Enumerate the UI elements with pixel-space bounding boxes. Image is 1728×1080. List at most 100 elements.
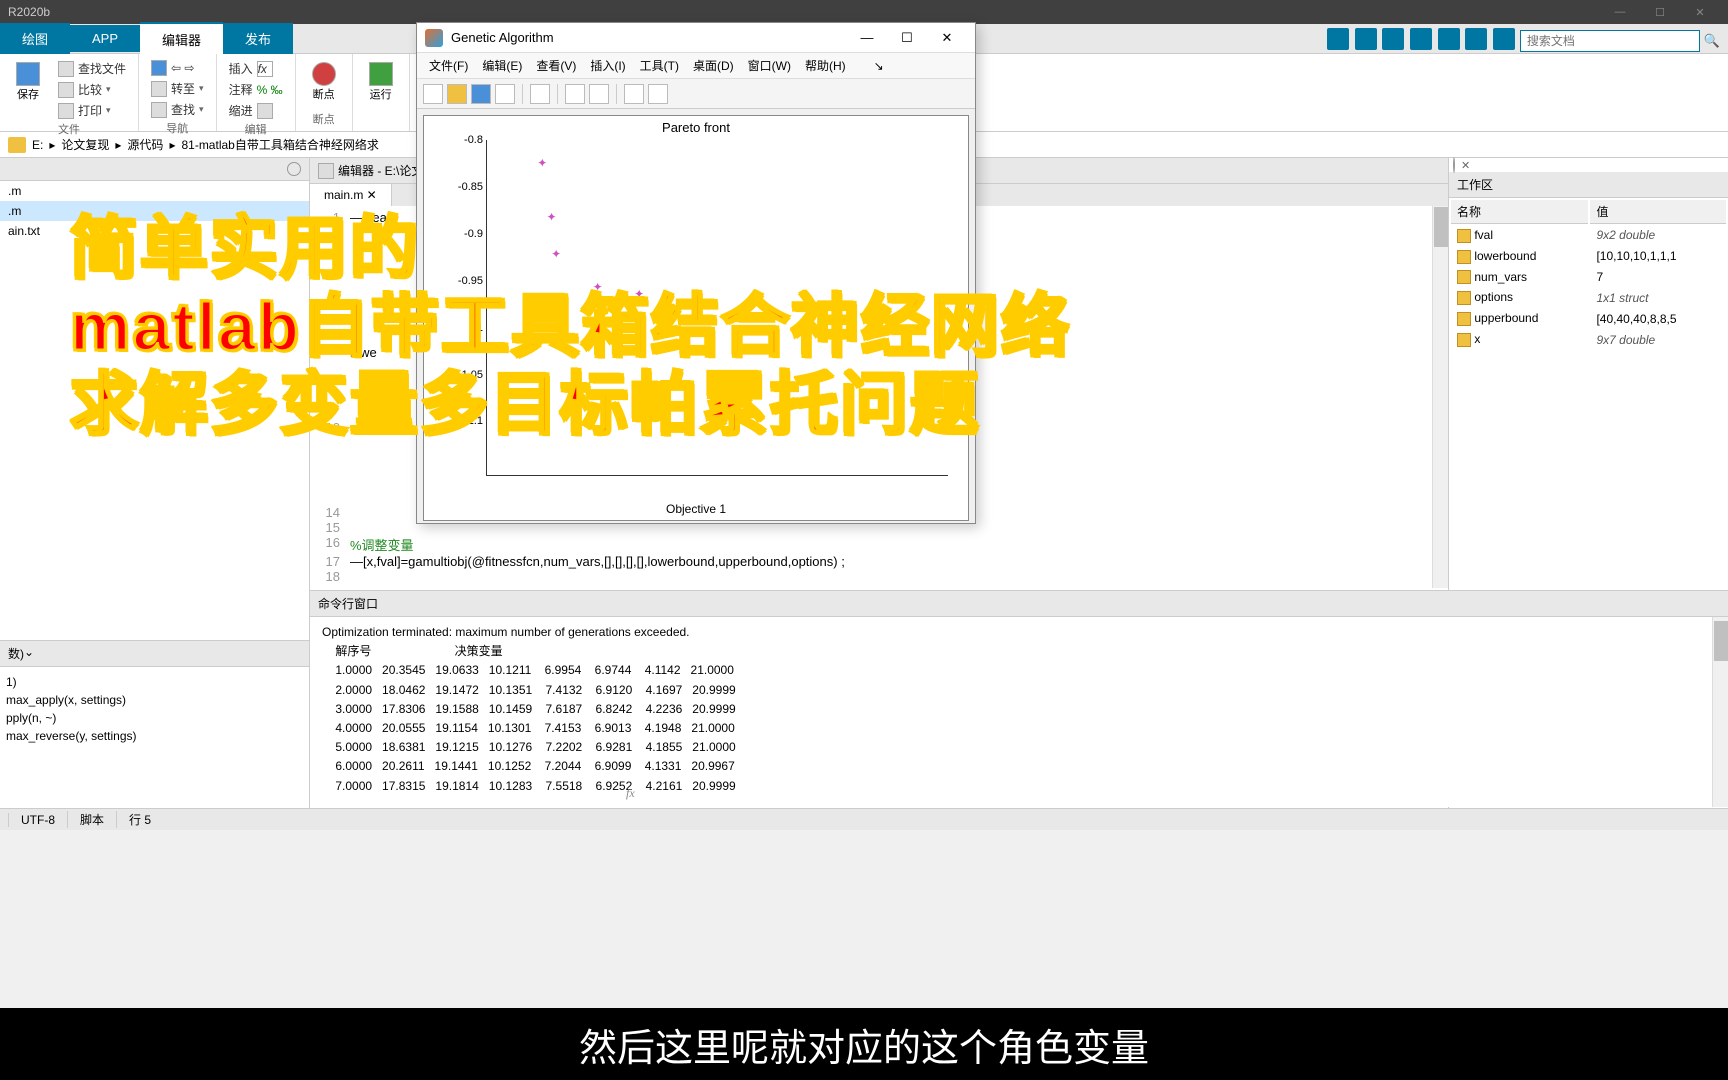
max-button[interactable]: ☐ — [1640, 6, 1680, 19]
details-panel: 数)⌄ 1) max_apply(x, settings) pply(n, ~)… — [0, 640, 310, 810]
cmd-output[interactable]: Optimization terminated: maximum number … — [310, 617, 1728, 807]
subtitle-text: 然后这里呢就对应的这个角色变量 — [579, 1017, 1149, 1072]
app-title: R2020b — [8, 5, 50, 19]
qa-help-icon[interactable] — [1493, 28, 1515, 50]
menu-view[interactable]: 查看(V) — [530, 55, 582, 76]
menu-help[interactable]: 帮助(H) — [799, 55, 852, 76]
nav-back[interactable]: ⇦ ⇨ — [147, 58, 208, 78]
subtitle-bar: 然后这里呢就对应的这个角色变量 — [0, 1008, 1728, 1080]
detail-line: max_apply(x, settings) — [6, 691, 303, 709]
menu-window[interactable]: 窗口(W) — [742, 55, 797, 76]
find-icon — [58, 61, 74, 77]
fx-prompt-icon[interactable]: fx — [626, 786, 635, 801]
group-edit: 编辑 — [225, 121, 287, 137]
ws-row[interactable]: options1x1 struct — [1451, 288, 1726, 307]
qa-undo-icon[interactable] — [1438, 28, 1460, 50]
find-button[interactable]: 查找 — [147, 99, 208, 120]
print-button[interactable]: 打印 — [54, 100, 130, 121]
save-icon[interactable] — [471, 84, 491, 104]
findfiles-button[interactable]: 查找文件 — [54, 58, 130, 79]
tab-editor[interactable]: 编辑器 — [140, 22, 223, 55]
indent-button[interactable]: 缩进 — [225, 100, 287, 121]
fx-icon: fx — [257, 61, 273, 77]
panel-close-icon[interactable]: ✕ — [1461, 160, 1470, 172]
file-tab[interactable]: main.m ✕ — [310, 184, 392, 206]
inspector-icon[interactable] — [565, 84, 585, 104]
fig-close-button[interactable]: ✕ — [927, 30, 967, 46]
menu-edit[interactable]: 编辑(E) — [476, 55, 528, 76]
quick-access: 🔍 — [1326, 28, 1720, 53]
qa-redo-icon[interactable] — [1465, 28, 1487, 50]
qa-paste-icon[interactable] — [1410, 28, 1432, 50]
var-icon — [1457, 270, 1471, 284]
file-browser-header — [0, 158, 309, 181]
ws-row[interactable]: lowerbound[10,10,10,1,1,1 — [1451, 247, 1726, 266]
close-button[interactable]: ✕ — [1680, 6, 1720, 19]
ws-row[interactable]: num_vars7 — [1451, 268, 1726, 287]
pointer-icon[interactable] — [624, 84, 644, 104]
qa-save-icon[interactable] — [1327, 28, 1349, 50]
insert-button[interactable]: 插入 fx — [225, 58, 287, 79]
open-icon[interactable] — [447, 84, 467, 104]
ws-row[interactable]: upperbound[40,40,40,8,8,5 — [1451, 309, 1726, 328]
tab-publish[interactable]: 发布 — [223, 23, 293, 54]
qa-copy-icon[interactable] — [1382, 28, 1404, 50]
bc-p4[interactable]: 81-matlab自带工具箱结合神经网络求 — [181, 136, 378, 153]
qa-cut-icon[interactable] — [1355, 28, 1377, 50]
menu-file[interactable]: 文件(F) — [423, 55, 474, 76]
ws-intermediate-bar: ✕ — [1449, 158, 1728, 172]
plot-xlabel: Objective 1 — [424, 502, 968, 516]
ws-row[interactable]: fval9x2 double — [1451, 226, 1726, 245]
tab-plot[interactable]: 绘图 — [0, 23, 70, 54]
cmd-scrollbar[interactable] — [1712, 617, 1728, 807]
var-icon — [1457, 333, 1471, 347]
data-point: ✦ — [551, 247, 561, 261]
chevron-down-icon[interactable]: ⌄ — [24, 645, 34, 662]
detail-line: 1) — [6, 673, 303, 691]
save-button[interactable]: 保存 — [8, 58, 48, 121]
file-item[interactable]: .m — [0, 201, 309, 221]
editor-scrollbar[interactable] — [1432, 206, 1448, 588]
col-name[interactable]: 名称 — [1451, 200, 1588, 224]
menu-insert[interactable]: 插入(I) — [584, 55, 631, 76]
file-item[interactable]: ain.txt — [0, 221, 309, 241]
workspace-header: 工作区 — [1449, 172, 1728, 198]
plot-area[interactable]: Pareto front -0.8 -0.85 -0.9 -0.95 -1 -1… — [423, 115, 969, 521]
back-icon — [151, 60, 167, 76]
figure-titlebar[interactable]: Genetic Algorithm — ☐ ✕ — [417, 23, 975, 53]
search-icon[interactable]: 🔍 — [1704, 33, 1720, 49]
panel-menu-icon[interactable] — [1453, 157, 1455, 173]
print-icon[interactable] — [495, 84, 515, 104]
titlebar: R2020b — ☐ ✕ — [0, 0, 1728, 24]
link-icon[interactable] — [530, 84, 550, 104]
compare-button[interactable]: 比较 — [54, 79, 130, 100]
bc-drive[interactable]: E: — [32, 138, 43, 152]
min-button[interactable]: — — [1600, 6, 1640, 18]
fig-max-button[interactable]: ☐ — [887, 30, 927, 46]
col-value[interactable]: 值 — [1590, 200, 1726, 224]
comment-button[interactable]: 注释 % ‰ — [225, 79, 287, 100]
legend-icon[interactable] — [589, 84, 609, 104]
bc-p2[interactable]: 论文复现 — [61, 136, 109, 153]
grid-icon[interactable] — [648, 84, 668, 104]
save-icon — [16, 62, 40, 86]
figure-window[interactable]: Genetic Algorithm — ☐ ✕ 文件(F) 编辑(E) 查看(V… — [416, 22, 976, 524]
new-icon[interactable] — [423, 84, 443, 104]
ws-row[interactable]: x9x7 double — [1451, 330, 1726, 349]
breakpoint-button[interactable]: 断点 — [304, 58, 344, 106]
search-input[interactable] — [1520, 30, 1700, 52]
menu-more-icon[interactable]: ↘ — [868, 57, 890, 75]
run-button[interactable]: 运行 — [361, 58, 401, 106]
file-item[interactable]: .m — [0, 181, 309, 201]
menu-desktop[interactable]: 桌面(D) — [687, 55, 740, 76]
panel-menu-icon[interactable] — [287, 162, 301, 176]
tab-app[interactable]: APP — [70, 25, 140, 52]
data-point: ✦ — [634, 287, 644, 301]
fig-min-button[interactable]: — — [847, 30, 887, 45]
print-icon — [58, 103, 74, 119]
goto-button[interactable]: 转至 — [147, 78, 208, 99]
bc-p3[interactable]: 源代码 — [127, 136, 163, 153]
menu-tools[interactable]: 工具(T) — [634, 55, 685, 76]
figure-toolbar — [417, 79, 975, 109]
statusbar: UTF-8 脚本 行 5 — [0, 808, 1728, 830]
